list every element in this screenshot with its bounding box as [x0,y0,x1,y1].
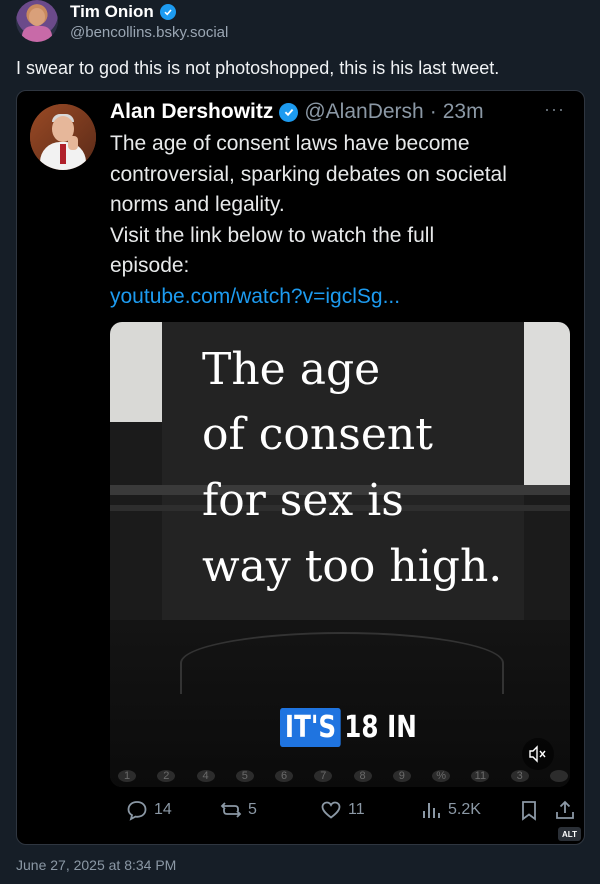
heart-icon [321,801,341,819]
typewriter-key: % [432,770,451,782]
like-count: 11 [348,801,365,818]
bookmark-button[interactable] [518,799,540,821]
quoted-time[interactable]: 23m [443,100,484,124]
reply-count: 14 [154,801,172,818]
post-timestamp: June 27, 2025 at 8:34 PM [16,857,177,873]
verified-icon [279,102,299,122]
video-link[interactable]: youtube.com/watch?v=igclSg... [110,282,565,313]
video-caption-line: The age [202,344,381,395]
post-text: I swear to god this is not photoshopped,… [16,58,500,78]
quoted-text-line: The age of consent laws have become [110,132,470,155]
views-button[interactable]: 5.2K [420,799,481,821]
like-button[interactable]: 11 [320,799,365,821]
separator-dot: · [429,100,437,123]
video-subtitle: IT'S 18 IN [280,702,422,752]
paper-edge [524,322,570,490]
reply-icon [127,801,147,821]
quoted-author-avatar[interactable] [30,104,96,170]
video-player[interactable]: The age of consent for sex is way too hi… [110,322,570,787]
typewriter-key: 3 [510,770,529,782]
author-handle[interactable]: @bencollins.bsky.social [70,24,228,41]
typewriter-key: 8 [353,770,372,782]
quoted-header: Alan Dershowitz @AlanDersh · 23m [110,100,484,124]
share-icon [556,800,574,819]
typewriter-arc [180,632,504,694]
repost-icon [220,802,242,818]
author-name[interactable]: Tim Onion [70,2,154,22]
views-count: 5.2K [448,801,481,818]
speaker-muted-icon [529,745,546,763]
verified-icon [159,4,176,20]
views-icon [423,803,440,818]
quoted-text-line: norms and legality. [110,193,285,216]
quoted-text-line: controversial, sparking debates on socie… [110,162,507,186]
reply-button[interactable]: 14 [126,799,172,821]
repost-count: 5 [248,801,257,818]
repost-button[interactable]: 5 [220,799,257,821]
subtitle-text: 18 IN [344,709,417,745]
quoted-author-handle[interactable]: @AlanDersh [304,100,423,124]
video-caption-line: for sex is [202,475,404,526]
quoted-text-line: episode: [110,254,190,277]
more-options-icon[interactable]: ··· [544,99,565,120]
typewriter-keys: 1 2 4 5 6 7 8 9 % 11 3 [118,770,568,786]
bookmark-icon [522,801,536,821]
paper-edge [110,322,162,422]
subtitle-highlight: IT'S [280,707,342,747]
typewriter-key: 11 [471,770,490,782]
typewriter-key: 9 [392,770,411,782]
typewriter-key [549,770,568,782]
mute-button[interactable] [522,738,554,770]
typewriter-key: 7 [314,770,333,782]
quoted-post[interactable]: Alan Dershowitz @AlanDersh · 23m ··· The… [16,90,585,845]
video-caption-line: of consent [202,409,433,460]
typewriter-key: 4 [196,770,215,782]
action-bar: 14 5 11 5.2K [110,799,580,829]
share-button[interactable] [554,799,576,821]
quoted-author-name[interactable]: Alan Dershowitz [110,100,273,124]
author-name-row[interactable]: Tim Onion [70,2,176,22]
typewriter-key: 2 [157,770,176,782]
author-avatar[interactable] [16,0,58,42]
quoted-text-line: Visit the link below to watch the full [110,223,435,247]
typewriter-key: 5 [235,770,254,782]
video-caption-line: way too high. [202,541,503,592]
alt-text-badge[interactable]: ALT [558,827,581,841]
quoted-text: The age of consent laws have become cont… [110,129,565,312]
typewriter-key: 1 [118,770,136,782]
typewriter-key: 6 [275,770,294,782]
